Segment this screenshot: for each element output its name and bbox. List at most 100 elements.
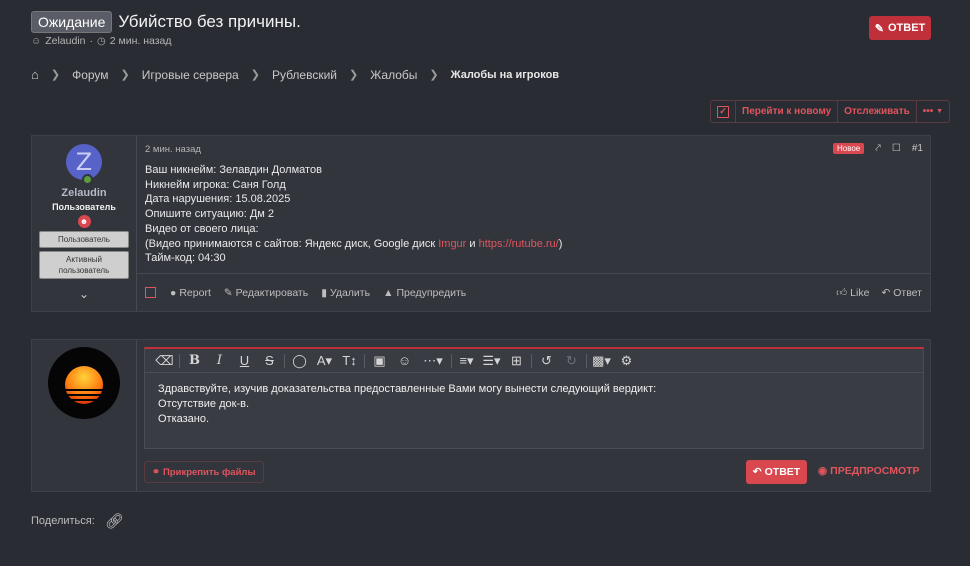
pencil-icon: ✎: [223, 286, 233, 299]
avatar[interactable]: Z: [66, 144, 102, 185]
link-icon[interactable]: 🔗︎: [105, 512, 124, 530]
post-line: Видео от своего лица:: [145, 222, 259, 235]
paperclip-icon: ⚭: [152, 466, 160, 478]
reply-button-label: ОТВЕТ: [887, 22, 926, 34]
post-body: Ваш никнейм: Зелавдин Долматов Никнейм и…: [145, 163, 562, 266]
more-options-icon[interactable]: ⋯▾: [417, 353, 449, 369]
bold-icon[interactable]: B: [182, 353, 207, 368]
toolbar-divider: [586, 353, 587, 368]
undo-icon[interactable]: ↺: [534, 353, 559, 369]
edit-button[interactable]: ✎ Редактировать: [224, 287, 308, 299]
preview-label: ПРЕДПРОСМОТР: [830, 465, 920, 477]
submit-reply-button[interactable]: ↶ ОТВЕТ: [746, 460, 807, 484]
post-main: 2 мин. назад Новое ⤤ ☐ #1 Ваш никнейм: З…: [137, 136, 930, 311]
smiley-icon[interactable]: ☺: [392, 353, 417, 368]
preview-button[interactable]: ◉ ПРЕДПРОСМОТР: [818, 465, 920, 477]
video-suffix: ): [558, 237, 563, 250]
bookmark-icon[interactable]: ☐: [892, 143, 901, 154]
imgur-link[interactable]: Imgur: [438, 238, 466, 250]
post-line: Дата нарушения: 15.08.2025: [145, 193, 291, 206]
toolbar-divider: [179, 353, 180, 368]
watch-button[interactable]: Отслеживать: [838, 101, 917, 122]
chevron-right-icon: ❯: [429, 69, 439, 81]
editor-toolbar: ⌫ B I U S ◯ A▾ T↕ ▣ ☺ ⋯▾ ≡▾ ☰▾ ⊞ ↺ ↻ ▩▾ …: [145, 349, 923, 373]
goto-new-button[interactable]: Перейти к новому: [736, 101, 839, 122]
delete-button[interactable]: ▮ Удалить: [321, 287, 370, 299]
warn-label: Предупредить: [396, 286, 467, 299]
new-badge: Новое: [832, 143, 865, 154]
clock-icon: ◷: [97, 35, 106, 47]
post: Z Zelaudin Пользователь ☻ Пользователь А…: [31, 135, 931, 312]
thread-title: Убийство без причины.: [118, 12, 301, 31]
strikethrough-icon[interactable]: S: [257, 353, 282, 368]
post-line: Тайм-код: 04:30: [145, 252, 226, 265]
chevron-down-icon[interactable]: ⌄: [79, 287, 89, 301]
warning-icon: ▲: [383, 286, 394, 299]
gear-icon[interactable]: ⚙: [614, 353, 639, 369]
pencil-icon: ✎: [874, 22, 884, 35]
thread-actions: ✓ Перейти к новому Отслеживать ••• ▼: [710, 100, 950, 123]
toolbar-divider: [364, 353, 365, 368]
post-user-panel: Z Zelaudin Пользователь ☻ Пользователь А…: [32, 136, 137, 311]
chevron-right-icon: ❯: [250, 69, 260, 81]
attach-files-button[interactable]: ⚭ Прикрепить файлы: [144, 461, 264, 483]
breadcrumb-item-forum[interactable]: Форум: [72, 68, 108, 82]
report-button[interactable]: ● Report: [170, 287, 211, 299]
avatar-stripe: [58, 394, 110, 396]
breadcrumb-item-rublevsky[interactable]: Рублевский: [272, 68, 337, 82]
post-number[interactable]: #1: [912, 143, 923, 154]
checkbox-icon: ✓: [717, 105, 729, 118]
table-icon[interactable]: ⊞: [504, 353, 529, 369]
select-post-checkbox[interactable]: [145, 287, 156, 298]
edit-label: Редактировать: [235, 286, 309, 299]
drafts-icon[interactable]: ▩▾: [589, 353, 614, 369]
warn-button[interactable]: ▲ Предупредить: [383, 287, 466, 299]
thread-time[interactable]: 2 мин. назад: [110, 35, 172, 47]
current-user-avatar[interactable]: [48, 347, 120, 419]
toolbar-divider: [531, 353, 532, 368]
avatar-stripe: [58, 389, 110, 391]
select-thread-checkbox[interactable]: ✓: [711, 101, 736, 122]
rutube-link[interactable]: https://rutube.ru/: [479, 238, 559, 250]
breadcrumb-item-player-complaints[interactable]: Жалобы на игроков: [451, 69, 559, 81]
user-title: Пользователь: [52, 202, 116, 212]
reply-button-top[interactable]: ✎ ОТВЕТ: [869, 16, 931, 40]
trash-icon: ▮: [321, 286, 327, 299]
thread-prefix[interactable]: Ожидание: [31, 11, 113, 33]
post-reply-button[interactable]: ↶ Ответ: [881, 286, 922, 299]
underline-icon[interactable]: U: [232, 353, 257, 368]
caret-down-icon: ▼: [936, 108, 943, 115]
user-banner: Пользователь: [39, 231, 129, 248]
thread-author[interactable]: Zelaudin: [45, 35, 85, 47]
rich-text-editor[interactable]: ⌫ B I U S ◯ A▾ T↕ ▣ ☺ ⋯▾ ≡▾ ☰▾ ⊞ ↺ ↻ ▩▾ …: [144, 347, 924, 449]
like-button[interactable]: 👍︎ Like: [836, 286, 870, 300]
share-icon[interactable]: ⤤: [875, 143, 881, 154]
chevron-right-icon: ❯: [348, 69, 359, 81]
avatar-stripe: [58, 404, 110, 406]
more-menu-button[interactable]: ••• ▼: [917, 101, 949, 122]
post-username[interactable]: Zelaudin: [61, 187, 106, 199]
like-label: Like: [850, 286, 870, 299]
user-icon: ☺: [31, 35, 42, 47]
breadcrumb-item-complaints[interactable]: Жалобы: [370, 68, 417, 82]
align-icon[interactable]: ≡▾: [454, 353, 479, 369]
font-family-icon[interactable]: A▾: [312, 353, 337, 369]
online-status-icon: [82, 174, 93, 185]
avatar-stripe: [58, 399, 110, 401]
color-drop-icon[interactable]: ◯: [287, 353, 312, 369]
eraser-icon[interactable]: ⌫: [152, 353, 177, 369]
editor-content[interactable]: Здравствуйте, изучив доказательства пред…: [145, 373, 923, 436]
report-label: Report: [179, 286, 211, 299]
meta-separator: ·: [89, 35, 94, 47]
list-icon[interactable]: ☰▾: [479, 353, 504, 369]
home-icon[interactable]: ⌂: [31, 67, 39, 82]
italic-icon[interactable]: I: [207, 353, 232, 368]
avatar-letter: Z: [75, 148, 93, 176]
font-size-icon[interactable]: T↕: [337, 353, 362, 368]
image-icon[interactable]: ▣: [367, 353, 392, 369]
thread-meta: ☺ Zelaudin · ◷ 2 мин. назад: [31, 35, 172, 47]
redo-icon[interactable]: ↻: [559, 353, 584, 369]
breadcrumb-item-servers[interactable]: Игровые сервера: [142, 68, 239, 82]
post-date[interactable]: 2 мин. назад: [145, 144, 201, 155]
user-badge-icon: ☻: [77, 215, 91, 228]
